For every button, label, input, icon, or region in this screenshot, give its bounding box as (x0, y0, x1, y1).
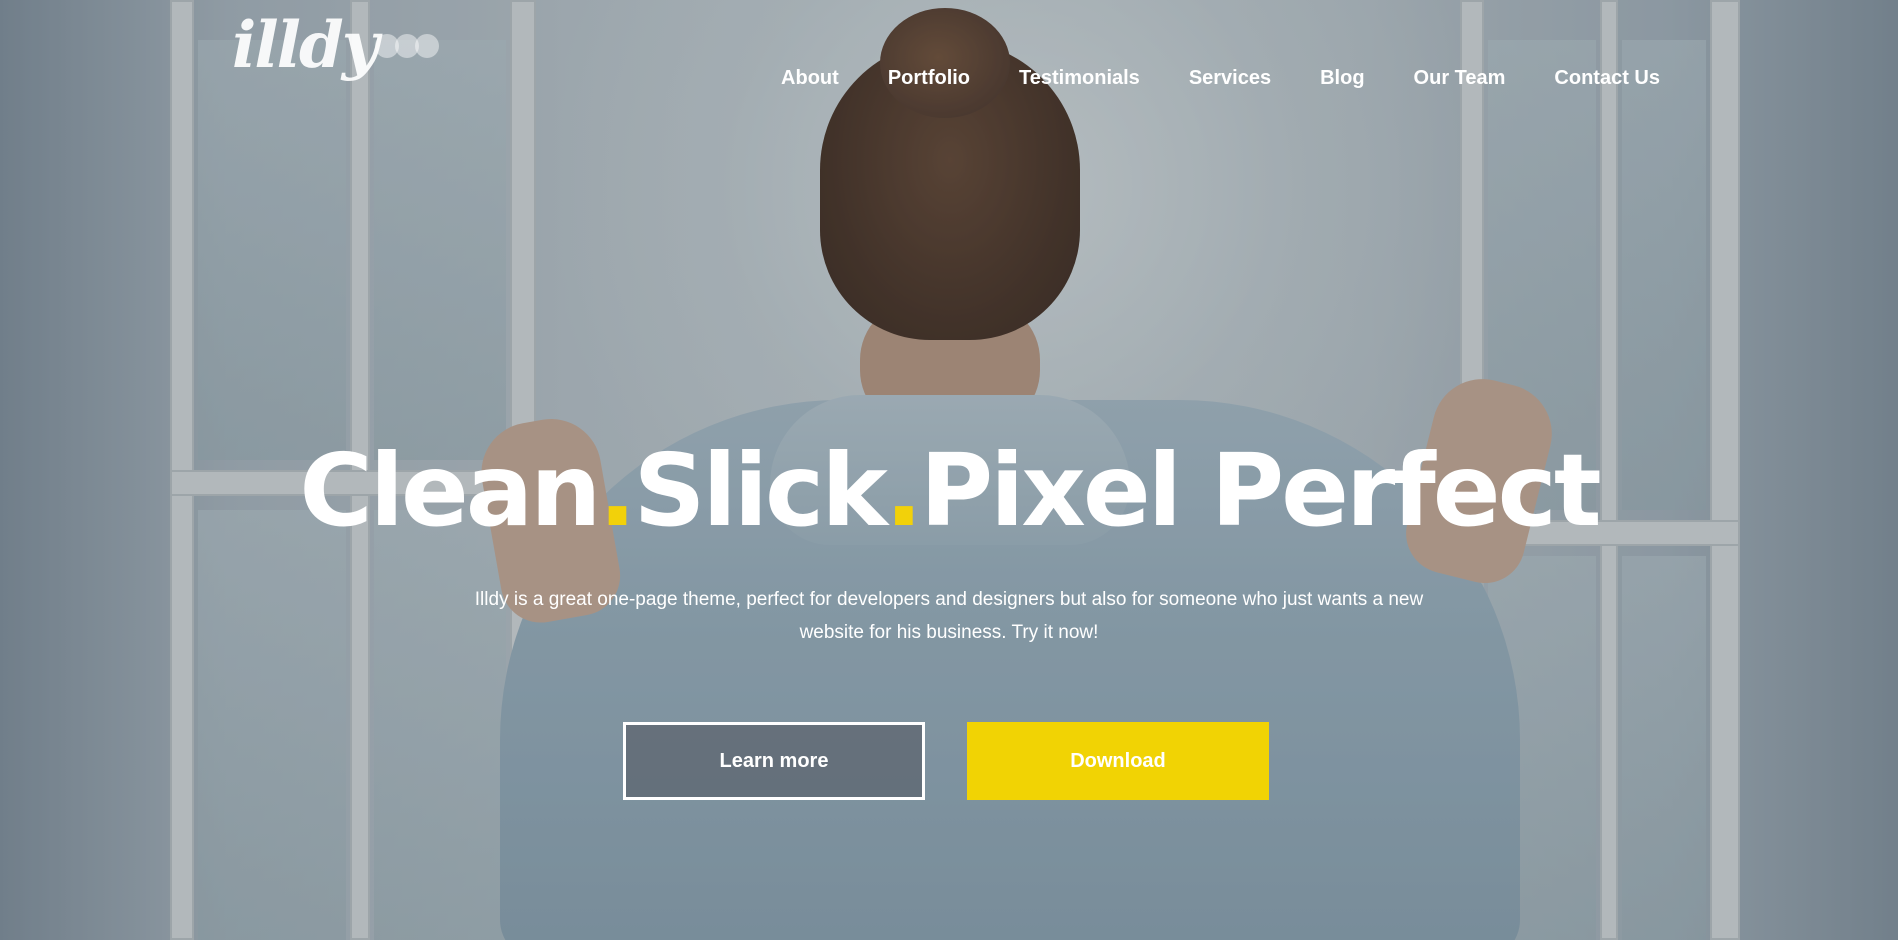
nav-item-contact-us[interactable]: Contact Us (1554, 62, 1660, 94)
download-label: Download (1070, 749, 1166, 772)
hero-headline: Clean.Slick.Pixel Perfect (0, 436, 1898, 546)
headline-word-clean: Clean (299, 432, 601, 549)
learn-more-label: Learn more (719, 749, 829, 772)
main-navigation: About Portfolio Testimonials Services Bl… (732, 62, 1660, 94)
nav-item-services[interactable]: Services (1189, 62, 1271, 94)
headline-word-slick: Slick (633, 432, 887, 549)
headline-word-pixel-perfect: Pixel Perfect (919, 432, 1602, 549)
nav-item-about[interactable]: About (781, 62, 839, 94)
hero-subtitle: Illdy is a great one-page theme, perfect… (474, 589, 1424, 643)
logo-text: illdy (232, 8, 379, 83)
nav-item-testimonials[interactable]: Testimonials (1019, 62, 1140, 94)
nav-item-portfolio[interactable]: Portfolio (888, 62, 970, 94)
headline-dot: . (598, 432, 636, 549)
logo-dots-icon (374, 34, 439, 58)
nav-item-blog[interactable]: Blog (1320, 62, 1364, 94)
nav-item-our-team[interactable]: Our Team (1414, 62, 1506, 94)
download-button[interactable]: Download (967, 722, 1269, 800)
site-logo[interactable]: illdy (232, 14, 439, 114)
learn-more-button[interactable]: Learn more (623, 722, 925, 800)
headline-dot: . (884, 432, 923, 549)
